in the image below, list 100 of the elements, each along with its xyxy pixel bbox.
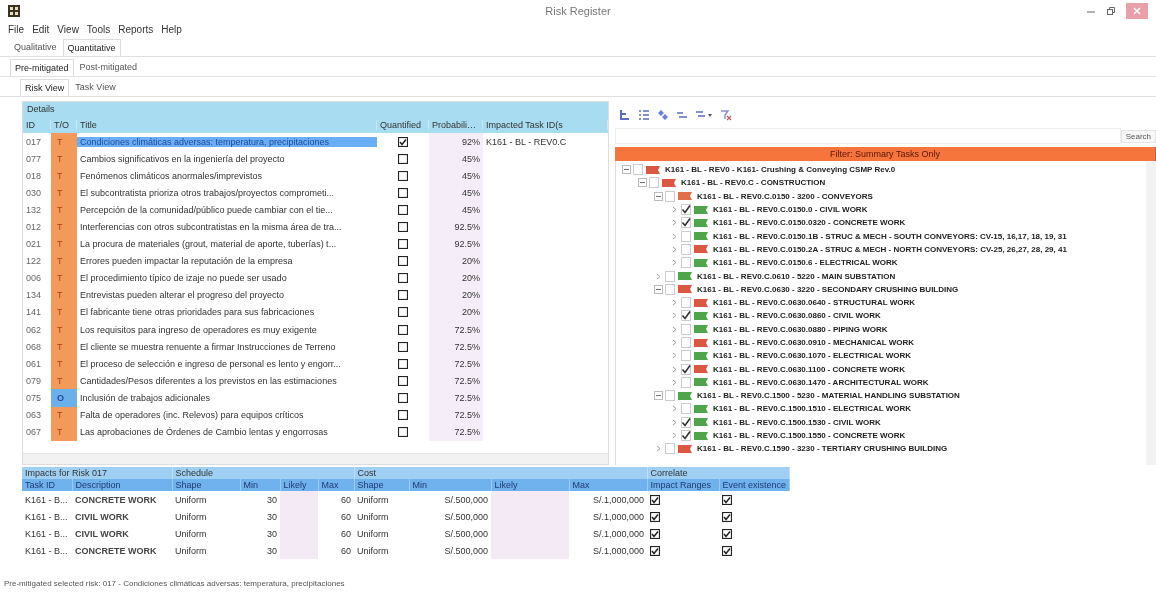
tab[interactable]: Quantitative — [62, 39, 121, 56]
checkbox[interactable] — [722, 528, 732, 539]
column-header[interactable]: Title — [77, 119, 377, 130]
checkbox[interactable] — [722, 494, 732, 505]
checkbox[interactable] — [398, 358, 408, 369]
menu-item[interactable]: File — [8, 24, 25, 35]
close-icon[interactable] — [1132, 6, 1142, 16]
tree-item[interactable]: K161 - BL - REV0.C.0630.0910 - MECHANICAL WORK — [713, 338, 915, 347]
menu-item[interactable]: Reports — [118, 24, 154, 35]
table-row[interactable]: 062 T Los requisitos para ingreso de operadores es muy exigente 72.5% — [23, 321, 608, 339]
checkbox[interactable] — [398, 136, 408, 147]
table-row[interactable]: 079 T Cantidades/Pesos diferentes a los previstos en las estimaciones 72.5% — [23, 372, 608, 390]
column-header[interactable]: Max — [318, 479, 354, 491]
collapse-all-icon[interactable] — [676, 109, 688, 121]
checkbox[interactable] — [722, 511, 732, 522]
table-row[interactable]: 063 T Falta de operadores (inc. Relevos) para equipos críticos 72.5% — [23, 406, 608, 424]
column-header[interactable]: Impact Ranges — [647, 479, 719, 491]
tree-item[interactable]: K161 - BL - REV0.C.0150.6 - ELECTRICAL WORK — [713, 258, 898, 268]
menu-item[interactable]: Edit — [32, 24, 50, 35]
table-row[interactable]: 075 O Inclusión de trabajos adicionales 72.5% — [23, 389, 608, 407]
table-row[interactable]: 018 T Fenómenos climáticos anormales/imprevistos 45% — [23, 167, 608, 185]
checkbox[interactable] — [398, 427, 408, 438]
column-header[interactable]: Likely — [491, 479, 569, 491]
table-row[interactable]: 030 T El subcontratista prioriza otros trabajos/proyectos comprometi... 45% — [23, 184, 608, 202]
checkbox[interactable] — [398, 222, 408, 232]
checkbox[interactable] — [398, 307, 408, 318]
menu-item[interactable]: Help — [161, 24, 182, 35]
column-header[interactable]: Max — [569, 479, 647, 491]
column-header[interactable]: Min — [409, 479, 491, 491]
task-checkbox[interactable] — [681, 416, 691, 428]
close-button[interactable] — [1126, 3, 1148, 19]
tree-item[interactable]: K161 - BL - REV0.C.0630.0860 - CIVIL WORK — [713, 311, 881, 321]
collapse-icon[interactable] — [654, 191, 663, 201]
tab[interactable]: Pre-mitigated — [10, 59, 74, 76]
column-header[interactable]: Description — [72, 479, 172, 491]
checkbox[interactable] — [398, 273, 408, 284]
checkbox[interactable] — [650, 545, 660, 556]
tree-item[interactable]: K161 - BL - REV0.C.1500.1550 - CONCRETE WORK — [713, 431, 906, 441]
tree-item[interactable]: K161 - BL - REV0.C.1500.1510 - ELECTRICAL WORK — [713, 404, 911, 414]
checkbox[interactable] — [398, 290, 408, 301]
tree-item[interactable]: K161 - BL - REV0.C.0150.2A - STRUC & MECH - NORTH CONVEYORS: CV-25, 26,27, 28, 29, 41 — [713, 244, 1067, 254]
table-row[interactable]: 067 T Las aprobaciones de Órdenes de Cambio lentas y engorrosas 72.5% — [23, 423, 608, 441]
checkbox[interactable] — [398, 410, 408, 421]
tree-item[interactable]: K161 - BL - REV0.C.0150 - 3200 - CONVEYORS — [697, 191, 873, 201]
checkbox[interactable] — [650, 511, 660, 522]
collapse-icon[interactable] — [638, 178, 647, 188]
restore-icon[interactable] — [1106, 6, 1116, 16]
table-row[interactable]: 122 T Errores pueden impactar la reputación de la empresa 20% — [23, 252, 608, 270]
checkbox[interactable] — [398, 256, 408, 267]
tree-item[interactable]: K161 - BL - REV0.C.0630.1470 - ARCHITECTURAL WORK — [713, 377, 929, 387]
tree-item[interactable]: K161 - BL - REV0.C.0630.1100 - CONCRETE WORK — [713, 364, 905, 374]
checkbox[interactable] — [398, 187, 408, 198]
table-row[interactable]: 068 T El cliente se muestra renuente a firmar Instrucciones de Terreno 72.5% — [23, 338, 608, 356]
task-checkbox[interactable] — [681, 217, 691, 229]
clear-filter-icon[interactable] — [720, 109, 732, 121]
table-row[interactable]: 006 T El procedimiento típico de izaje no puede ser usado 20% — [23, 269, 608, 287]
checkbox[interactable] — [398, 324, 408, 335]
checkbox[interactable] — [398, 170, 408, 181]
list-icon[interactable] — [638, 109, 650, 121]
collapse-icon[interactable] — [654, 284, 663, 294]
column-header[interactable]: T/O — [51, 119, 77, 130]
tree-item[interactable]: K161 - BL - REV0.C.0630.0880 - PIPING WORK — [713, 324, 888, 334]
checkbox[interactable] — [398, 392, 408, 403]
tree-item[interactable]: K161 - BL - REV0.C.0630 - 3220 - SECONDARY CRUSHING BUILDING — [697, 284, 959, 294]
table-row[interactable]: 077 T Cambios significativos en la ingeniería del proyecto 45% — [23, 150, 608, 168]
column-header[interactable]: Probabili… — [429, 119, 483, 130]
checkbox[interactable] — [398, 375, 408, 386]
table-row[interactable]: 132 T Percepción de la comunidad/público puede cambiar con el tie... 45% — [23, 201, 608, 219]
column-header[interactable]: Likely — [280, 479, 318, 491]
table-row[interactable]: 021 T La procura de materiales (grout, material de aporte, tuberías) t... 92.5% — [23, 235, 608, 253]
hierarchy-icon[interactable] — [619, 109, 631, 121]
tree-item[interactable]: K161 - BL - REV0.C.0150.1B - STRUC & MECH - SOUTH CONVEYORS: CV-15, 16,17, 18, 19, 31 — [713, 231, 1067, 241]
column-header[interactable]: Shape — [172, 479, 240, 491]
collapse-icon[interactable] — [622, 165, 631, 175]
tree-item[interactable]: K161 - BL - REV0.C - CONSTRUCTION — [681, 178, 826, 188]
tree-item[interactable]: K161 - BL - REV0.C.1500 - 5230 - MATERIAL HANDLING SUBSTATION — [697, 391, 960, 401]
tab[interactable]: Task View — [71, 79, 120, 96]
checkbox[interactable] — [398, 204, 408, 215]
tree-item[interactable]: K161 - BL - REV0 - K161- Crushing & Conveying CSMP Rev.0 — [665, 165, 896, 175]
table-row[interactable]: 061 T El proceso de selección e ingreso de personal es lento y engorr... 72.5% — [23, 355, 608, 373]
tab[interactable]: Qualitative — [10, 39, 61, 56]
checkbox[interactable] — [398, 153, 408, 164]
column-header[interactable]: Task ID — [22, 479, 72, 491]
search-field[interactable] — [615, 128, 1121, 144]
menu-item[interactable]: View — [57, 24, 79, 35]
task-checkbox[interactable] — [681, 310, 691, 322]
checkbox[interactable] — [722, 545, 732, 556]
column-header[interactable]: Quantified — [377, 119, 429, 130]
checkbox[interactable] — [398, 239, 408, 250]
column-header[interactable]: Shape — [354, 479, 409, 491]
search-button[interactable]: Search — [1120, 129, 1156, 143]
checkbox[interactable] — [650, 528, 660, 539]
table-row[interactable]: 017 T Condiciones climáticas adversas: temperatura, precipitaciones 92% K161 - BL - REV0.C — [23, 133, 608, 151]
table-row[interactable]: 012 T Interferencias con otros subcontratistas en la misma área de tra... 92.5% — [23, 218, 608, 236]
tree-item[interactable]: K161 - BL - REV0.C.0630.1070 - ELECTRICAL WORK — [713, 351, 911, 361]
checkbox[interactable] — [650, 494, 660, 505]
diamond-icon[interactable] — [657, 109, 669, 121]
task-checkbox[interactable] — [681, 363, 691, 375]
tab[interactable]: Risk View — [20, 79, 70, 96]
tree-item[interactable]: K161 - BL - REV0.C.0150.0320 - CONCRETE WORK — [713, 218, 906, 228]
